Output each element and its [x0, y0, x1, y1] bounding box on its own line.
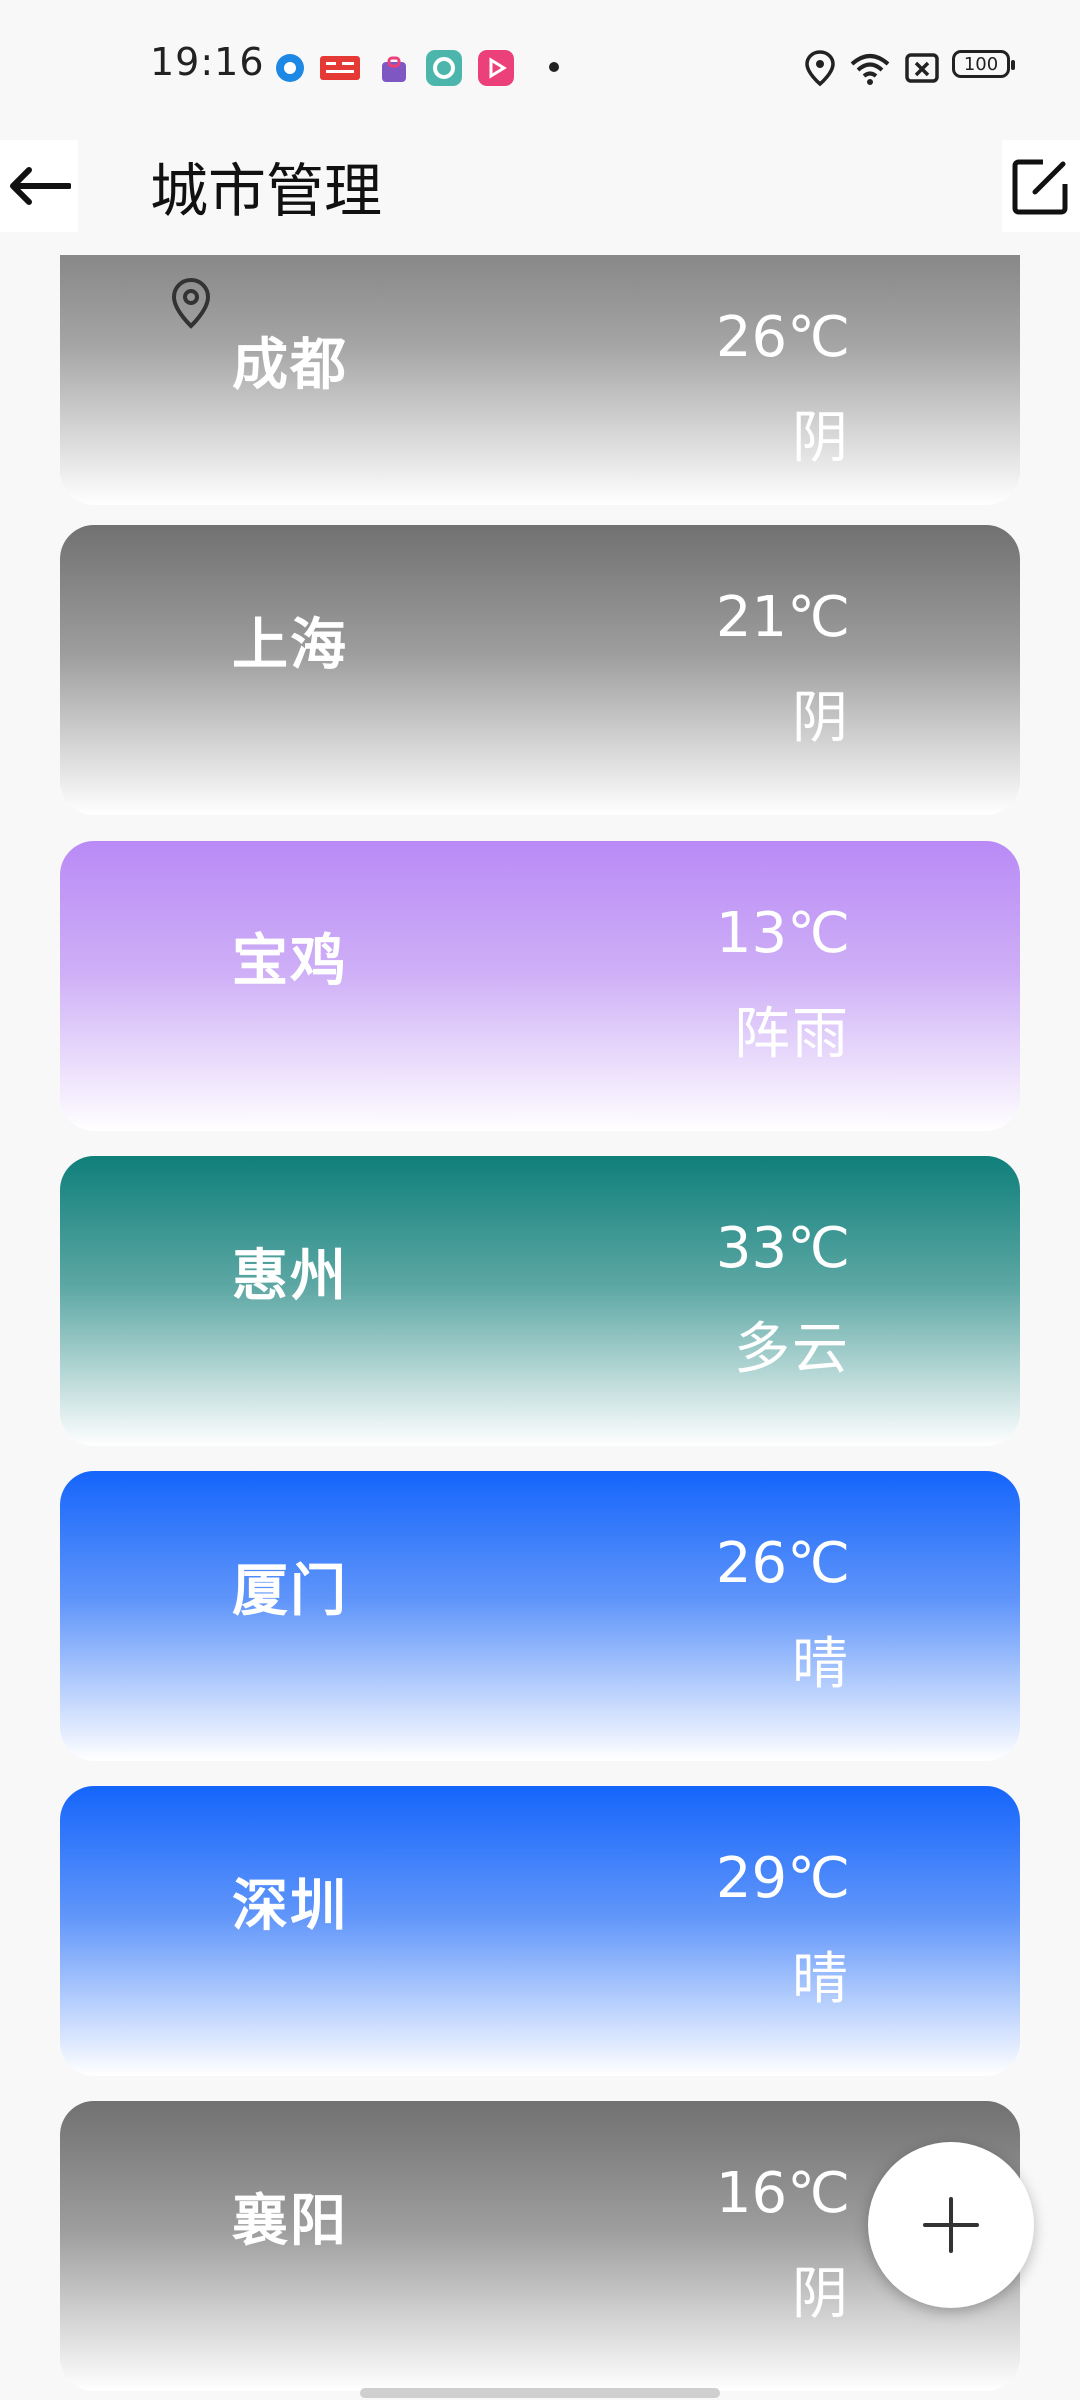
page-title: 城市管理: [150, 157, 383, 225]
add-city-button[interactable]: [868, 2142, 1034, 2308]
status-bar: 19:16 100: [0, 0, 1080, 130]
wifi-icon: [850, 54, 890, 85]
city-card[interactable]: 成都 26℃ 阴: [60, 255, 1020, 505]
edit-button[interactable]: [1002, 140, 1080, 232]
city-temperature: 29℃: [715, 1846, 850, 1911]
video-app-icon: [478, 50, 514, 86]
camera-app-icon: [426, 50, 462, 86]
city-temperature: 26℃: [715, 1531, 850, 1596]
city-card[interactable]: 深圳 29℃ 晴: [60, 1786, 1020, 2076]
city-temperature: 33℃: [715, 1216, 850, 1281]
city-condition: 阵雨: [734, 1002, 850, 1067]
shopping-icon: [382, 56, 406, 82]
city-name: 上海: [232, 613, 348, 678]
status-time: 19:16: [150, 40, 265, 84]
city-condition: 阴: [792, 686, 850, 751]
arrow-left-icon: [10, 167, 71, 205]
city-condition: 多云: [734, 1317, 850, 1382]
city-temperature: 21℃: [715, 585, 850, 650]
current-location-icon: [171, 277, 211, 329]
city-temperature: 26℃: [715, 305, 850, 370]
city-condition: 阴: [792, 406, 850, 471]
city-name: 成都: [232, 333, 348, 398]
city-list: 成都 26℃ 阴 上海 21℃ 阴 宝鸡 13℃ 阵雨 惠州 33℃ 多云 厦门…: [0, 255, 1080, 2400]
browser-icon: [276, 54, 304, 82]
battery-icon: 100: [952, 50, 1015, 78]
city-temperature: 16℃: [715, 2161, 850, 2226]
city-condition: 阴: [792, 2262, 850, 2327]
city-name: 深圳: [232, 1874, 348, 1939]
city-card[interactable]: 厦门 26℃ 晴: [60, 1471, 1020, 1761]
city-name: 宝鸡: [232, 929, 348, 994]
home-indicator[interactable]: [360, 2388, 720, 2398]
notification-dot: [549, 62, 559, 72]
app-header: 城市管理: [0, 130, 1080, 260]
battery-level: 100: [963, 53, 999, 75]
back-button[interactable]: [0, 140, 78, 232]
city-temperature: 13℃: [715, 901, 850, 966]
toutiao-icon: [320, 56, 360, 80]
city-card[interactable]: 上海 21℃ 阴: [60, 525, 1020, 815]
city-name: 厦门: [232, 1559, 348, 1624]
sim-off-icon: [905, 53, 939, 83]
city-condition: 晴: [792, 1947, 850, 2012]
city-card[interactable]: 宝鸡 13℃ 阵雨: [60, 841, 1020, 1131]
city-name: 襄阳: [232, 2189, 348, 2254]
city-name: 惠州: [232, 1244, 348, 1309]
edit-icon: [1012, 159, 1068, 215]
city-condition: 晴: [792, 1632, 850, 1697]
city-card[interactable]: 惠州 33℃ 多云: [60, 1156, 1020, 1446]
location-icon: [805, 50, 835, 87]
plus-icon: [923, 2197, 979, 2253]
